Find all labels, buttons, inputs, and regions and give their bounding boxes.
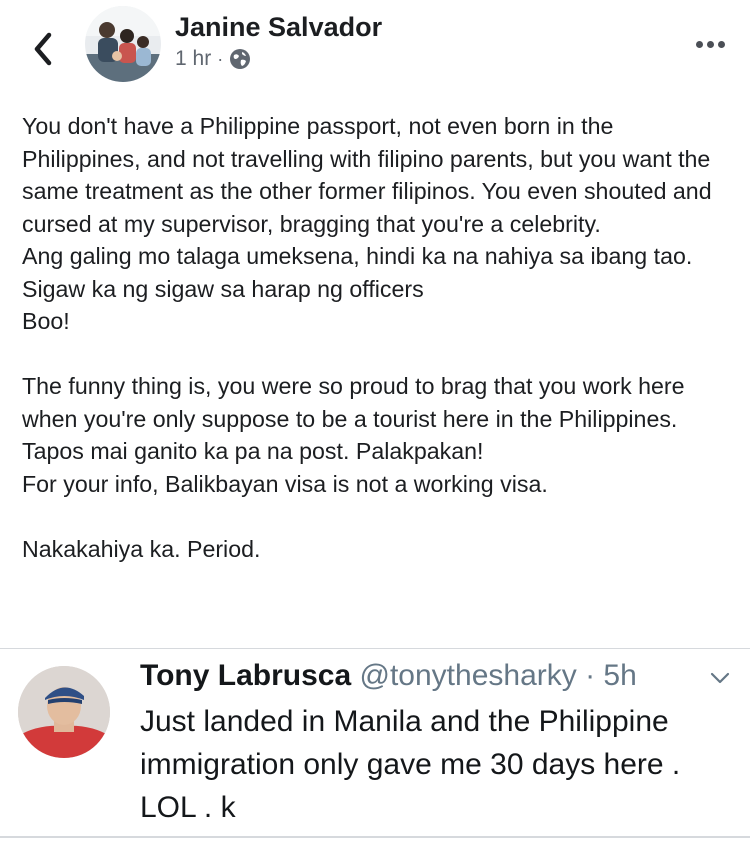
back-button[interactable] — [28, 30, 58, 68]
tweet-text: Just landed in Manila and the Philippine… — [140, 705, 681, 824]
tweet-menu-button[interactable] — [708, 668, 732, 688]
globe-icon[interactable] — [229, 48, 251, 70]
chevron-left-icon — [34, 32, 52, 66]
post-meta: 1 hr · — [175, 47, 251, 71]
chevron-down-icon — [710, 672, 730, 684]
post-paragraph: You don't have a Philippine passport, no… — [22, 113, 712, 237]
more-horizontal-icon — [695, 40, 703, 48]
tweet-header: Tony Labrusca @tonythesharky · 5h — [140, 658, 637, 694]
author-name[interactable]: Janine Salvador — [175, 12, 382, 43]
post-paragraph: The funny thing is, you were so proud to… — [22, 373, 685, 432]
divider — [0, 836, 750, 838]
tweet-author-name[interactable]: Tony Labrusca — [140, 659, 351, 692]
tweet-time: · 5h — [585, 659, 637, 692]
post-text: You don't have a Philippine passport, no… — [22, 110, 734, 565]
post-paragraph: Boo! — [22, 308, 70, 334]
post-time[interactable]: 1 hr — [175, 47, 211, 71]
post-header: Janine Salvador 1 hr · — [0, 0, 750, 95]
post-paragraph: Tapos mai ganito ka pa na post. Palakpak… — [22, 438, 484, 464]
tweet-avatar[interactable] — [18, 666, 110, 758]
more-options-button[interactable] — [688, 34, 732, 54]
post-paragraph: For your info, Balikbayan visa is not a … — [22, 470, 548, 497]
post-paragraph: Nakakahiya ka. Period. — [22, 535, 261, 562]
post-paragraph: Ang galing mo talaga umeksena, hindi ka … — [22, 243, 693, 302]
meta-separator: · — [217, 48, 224, 69]
divider — [0, 648, 750, 649]
tweet-author-handle[interactable]: @tonythesharky — [360, 659, 577, 692]
author-avatar[interactable] — [85, 6, 161, 82]
